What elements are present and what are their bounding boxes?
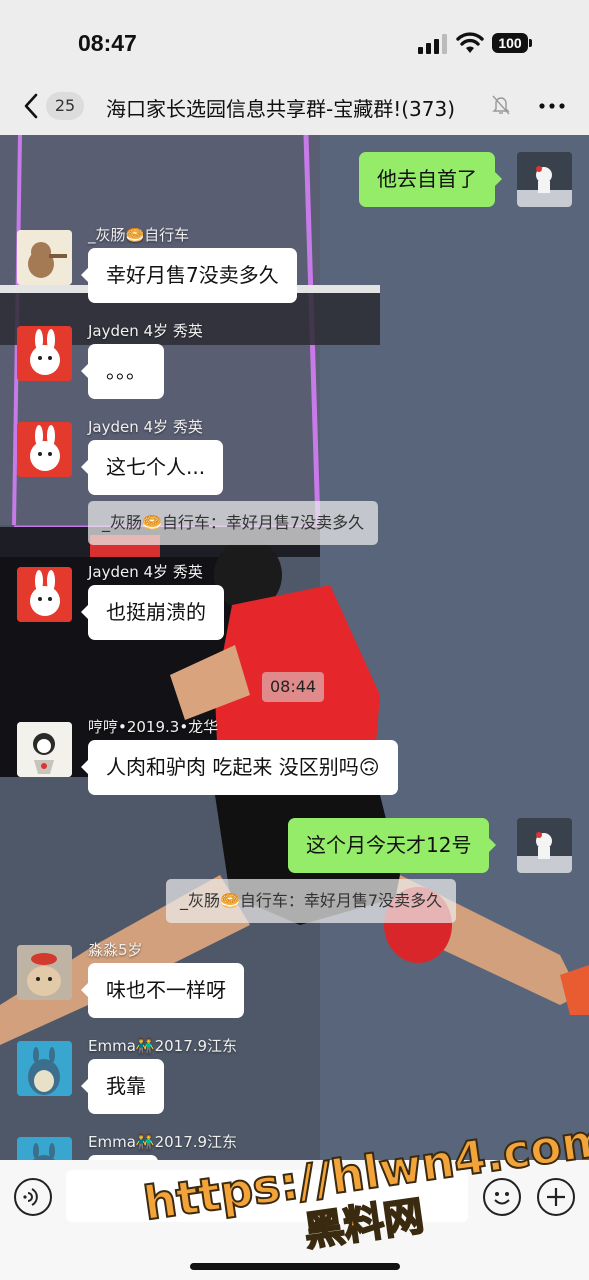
message-bubble[interactable]: 味也不一样呀 [81,963,244,1018]
more-dots-icon[interactable] [539,102,565,110]
sender-avatar[interactable] [17,567,72,622]
message-bubble[interactable]: 这七个人... [80,440,224,495]
sender-avatar[interactable] [17,422,72,477]
message-bubble[interactable]: 人肉和驴肉 吃起来 没区别吗🙃 [81,740,398,795]
plus-icon[interactable] [537,1178,575,1216]
quoted-message[interactable]: _灰肠🥯自行车：幸好月售7没卖多久 [166,879,457,923]
chat-header: 25 海口家长选园信息共享群-宝藏群!(373) [0,80,589,135]
message-bubble[interactable]: 他去自首了 [359,152,502,207]
sender-name: 淼淼5岁 [88,941,143,959]
sender-avatar[interactable] [17,1041,72,1096]
chat-area[interactable]: 他去自首了 _灰肠🥯自行车 幸好月售7没卖多久 Jayden 4岁 秀英 。。。… [0,135,589,1160]
sender-avatar[interactable] [17,722,72,777]
message-bubble[interactable]: 幸好月售7没卖多久 [81,248,297,303]
battery-indicator: 100 [492,33,532,53]
wifi-icon [456,32,484,53]
signal-icon [418,34,448,54]
sender-name: Emma👬2017.9江东 [88,1037,238,1055]
time-stamp: 08:44 [262,672,325,702]
emoji-icon[interactable] [483,1178,521,1216]
my-avatar[interactable] [517,818,572,873]
sender-name: Jayden 4岁 秀英 [88,563,203,581]
home-indicator [190,1263,400,1270]
sender-name: _灰肠🥯自行车 [88,226,190,244]
status-bar: 08:47 100 [0,0,589,80]
message-input[interactable] [66,1170,468,1222]
my-avatar[interactable] [517,152,572,207]
sender-name: Emma👬2017.9江东 [88,1133,238,1151]
sender-avatar[interactable] [17,326,72,381]
mute-bell-icon [492,95,510,115]
message-bubble[interactable]: 我靠 [81,1059,164,1114]
sender-avatar[interactable] [17,230,72,285]
sender-name: Jayden 4岁 秀英 [88,322,203,340]
sender-avatar[interactable] [17,945,72,1000]
message-bubble[interactable]: 这个月今天才12号 [288,818,497,873]
chevron-left-icon[interactable] [18,92,46,120]
chat-title: 海口家长选园信息共享群-宝藏群!(373) [106,97,456,121]
message-bubble[interactable]: 也挺崩溃的 [81,585,224,640]
input-bar [0,1160,589,1280]
sender-name: 哼哼•2019.3•龙华 [88,718,219,736]
voice-icon[interactable] [14,1178,52,1216]
unread-count-badge[interactable]: 25 [46,92,84,120]
quoted-message[interactable]: _灰肠🥯自行车：幸好月售7没卖多久 [88,501,379,545]
status-time: 08:47 [78,30,137,56]
sender-avatar[interactable] [17,1137,72,1160]
sender-name: Jayden 4岁 秀英 [88,418,203,436]
message-bubble[interactable]: 。。。 [81,344,164,399]
